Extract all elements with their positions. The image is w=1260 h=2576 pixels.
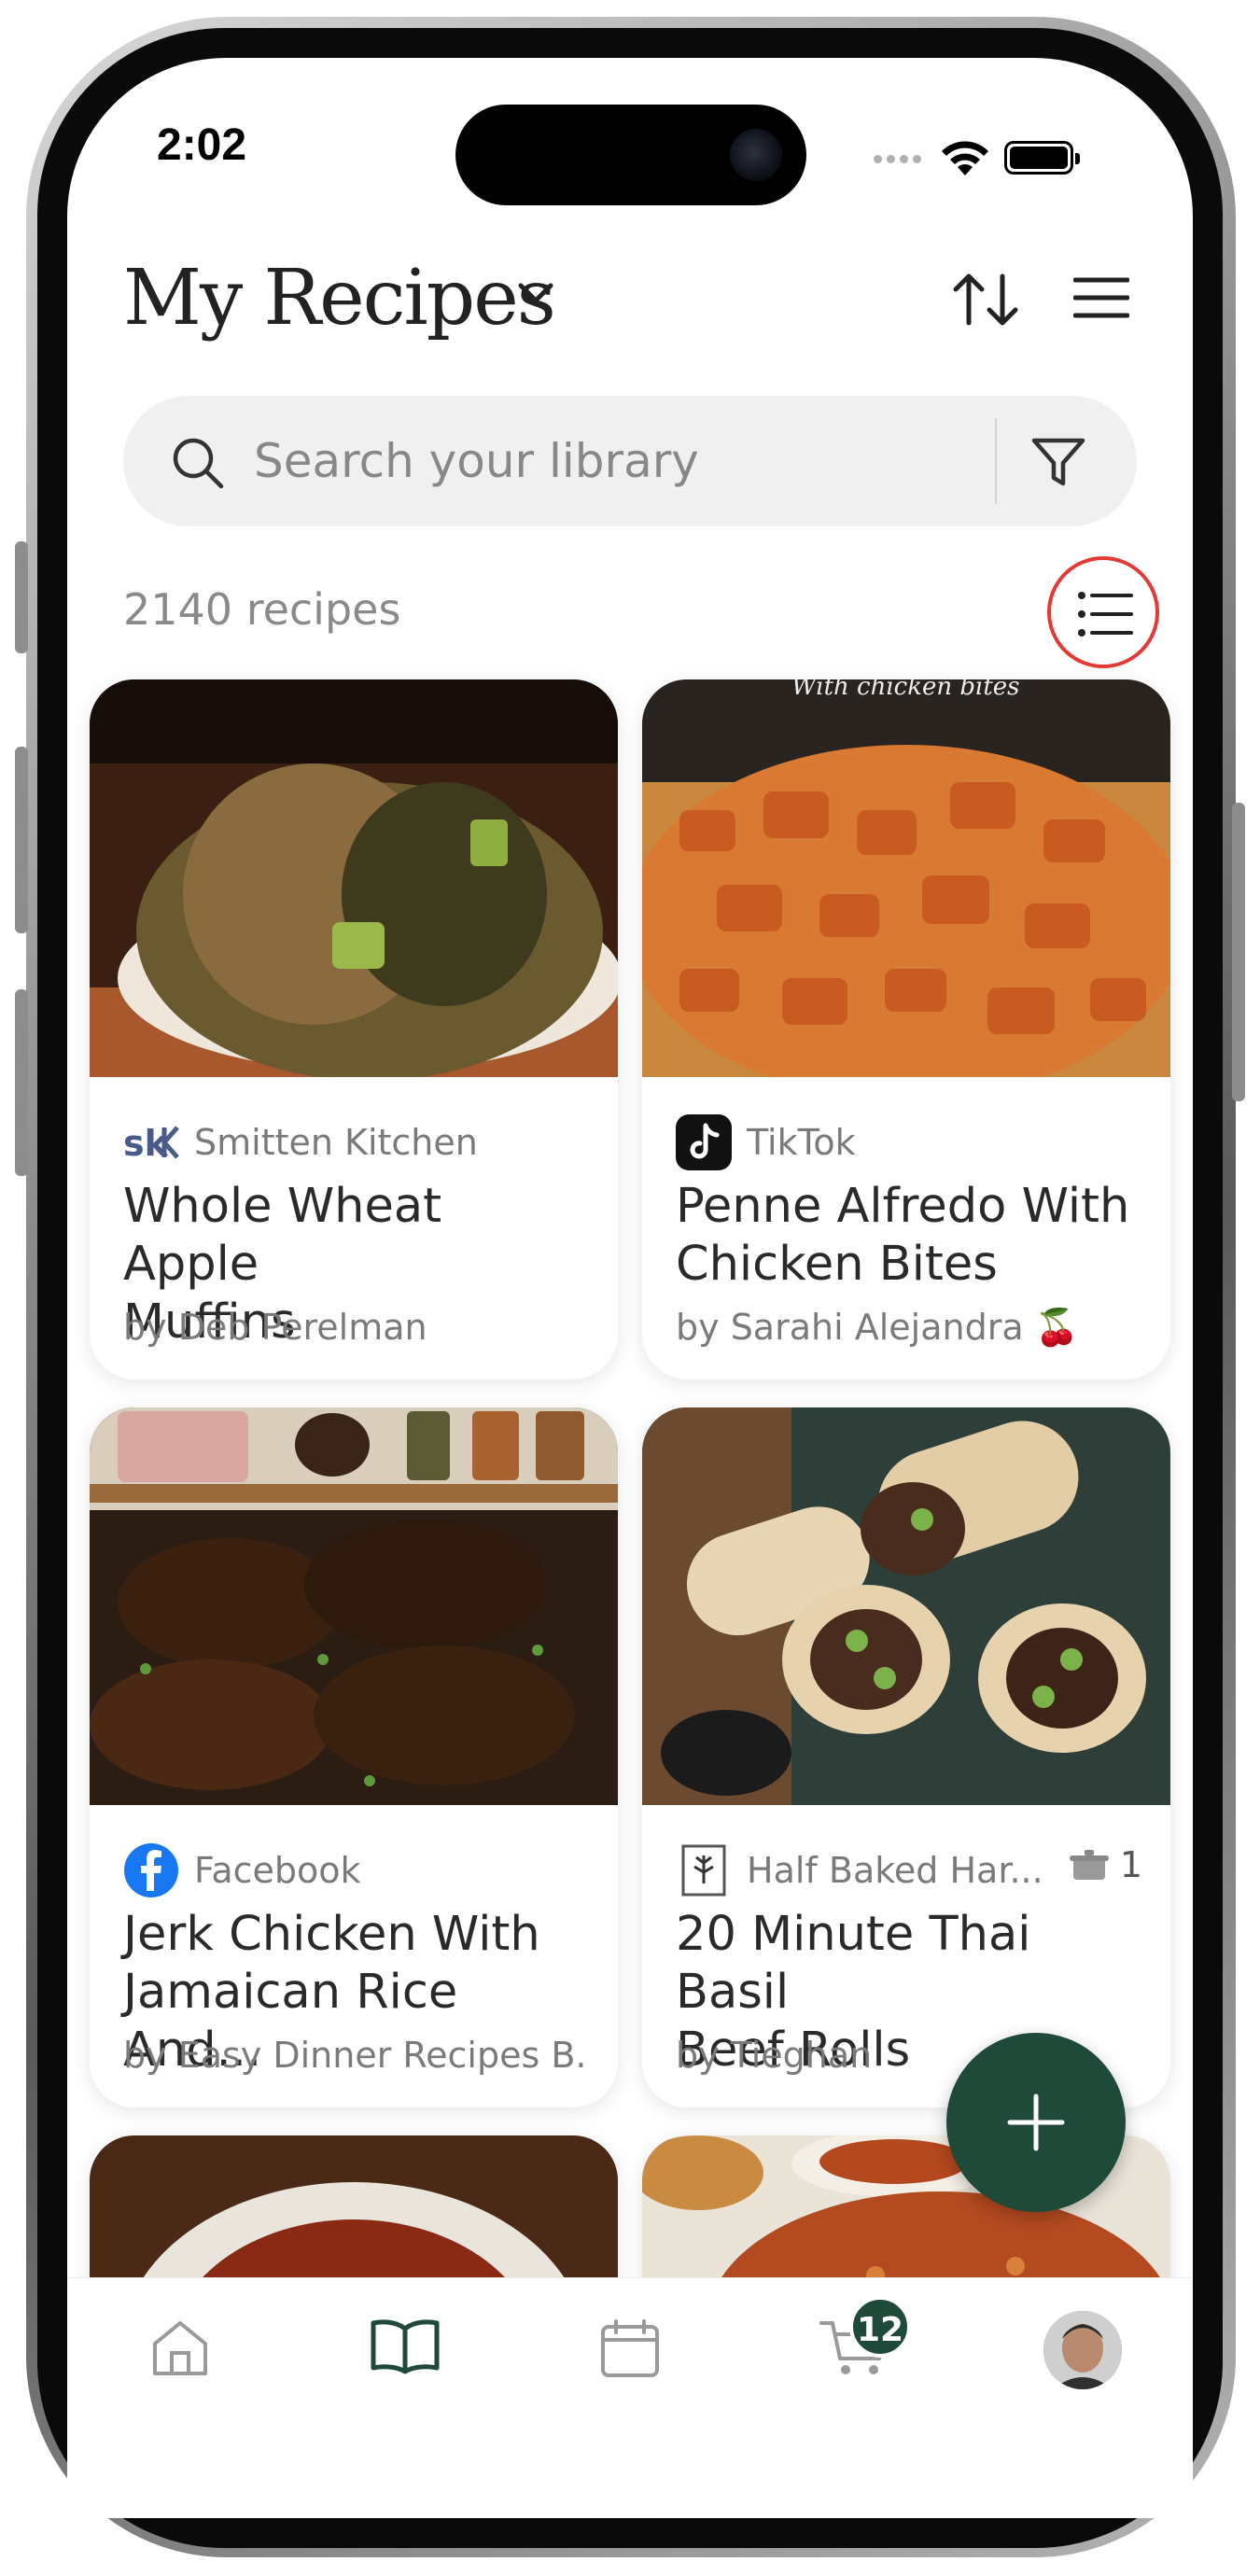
list-icon (1078, 592, 1133, 637)
search-input[interactable] (254, 424, 1075, 498)
battery-icon (1004, 141, 1080, 175)
pot-icon (1069, 1850, 1109, 1880)
filter-icon[interactable] (1030, 437, 1086, 489)
power-button (1232, 803, 1245, 1101)
list-view-toggle-button[interactable] (1047, 556, 1159, 668)
cart-badge: 12 (849, 2296, 911, 2358)
recipe-card[interactable]: Facebook Jerk Chicken With Jamaican Rice… (90, 1407, 618, 2107)
chevron-down-icon[interactable] (515, 280, 556, 308)
calendar-icon[interactable] (599, 2317, 661, 2379)
recipe-title: Penne Alfredo With Chicken Bites (676, 1179, 1130, 1292)
smitten-kitchen-logo-icon: sk (123, 1114, 179, 1170)
half-baked-harvest-logo-icon (676, 1842, 732, 1898)
wifi-icon (942, 141, 988, 175)
status-time: 2:02 (157, 120, 247, 170)
home-icon[interactable] (149, 2317, 211, 2379)
recipe-source: TikTok (676, 1114, 1142, 1170)
profile-photo (1043, 2311, 1122, 2389)
recipe-author: by Deb Perelman (123, 1307, 427, 1348)
recipe-photo: With chicken bites (642, 679, 1170, 1077)
recipe-card[interactable]: sk Smitten Kitchen Whole Wheat Apple Muf… (90, 679, 618, 1379)
avatar[interactable] (1043, 2311, 1122, 2389)
bottom-tab-bar (67, 2277, 1193, 2518)
volume-down-button (15, 989, 28, 1176)
search-bar (123, 396, 1137, 526)
menu-icon[interactable] (1073, 276, 1129, 319)
svg-text:With chicken bites: With chicken bites (791, 679, 1020, 701)
recipe-card[interactable]: With chicken bites TikTok Penne Alfredo … (642, 679, 1170, 1379)
recipe-count: 2140 recipes (123, 584, 401, 635)
recipe-photo (90, 1407, 618, 1805)
recipe-author: by Easy Dinner Recipes B... (123, 2035, 590, 2076)
cooked-count-value: 1 (1119, 1844, 1142, 1885)
camera-icon (730, 129, 782, 181)
tiktok-logo-icon (676, 1114, 732, 1170)
signal-icon (874, 149, 926, 167)
volume-up-button (15, 747, 28, 933)
source-label: TikTok (747, 1122, 856, 1163)
facebook-logo-icon (123, 1842, 179, 1898)
book-icon[interactable] (370, 2317, 441, 2375)
source-label: Half Baked Har... (747, 1850, 1043, 1891)
page-title[interactable]: My Recipes (123, 254, 556, 343)
action-button (15, 541, 28, 653)
recipe-photo (642, 1407, 1170, 1805)
dynamic-island (455, 105, 806, 205)
recipe-author: by Sarahi Alejandra 🍒 (676, 1307, 1080, 1348)
recipe-photo (90, 679, 618, 1077)
recipe-source: sk Smitten Kitchen (123, 1114, 590, 1170)
sort-icon[interactable] (950, 271, 1021, 329)
plus-icon (1007, 2093, 1065, 2151)
divider (995, 418, 997, 504)
status-indicators (874, 138, 1080, 177)
add-recipe-button[interactable] (946, 2033, 1126, 2212)
svg-text:sk: sk (123, 1124, 169, 1161)
search-icon (173, 438, 224, 489)
recipe-card[interactable]: Half Baked Har... 1 20 Minute Thai Basil… (642, 1407, 1170, 2107)
cooked-count: 1 (1068, 1844, 1142, 1885)
source-label: Facebook (194, 1850, 361, 1891)
recipe-source: Facebook (123, 1842, 590, 1898)
source-label: Smitten Kitchen (194, 1122, 478, 1163)
